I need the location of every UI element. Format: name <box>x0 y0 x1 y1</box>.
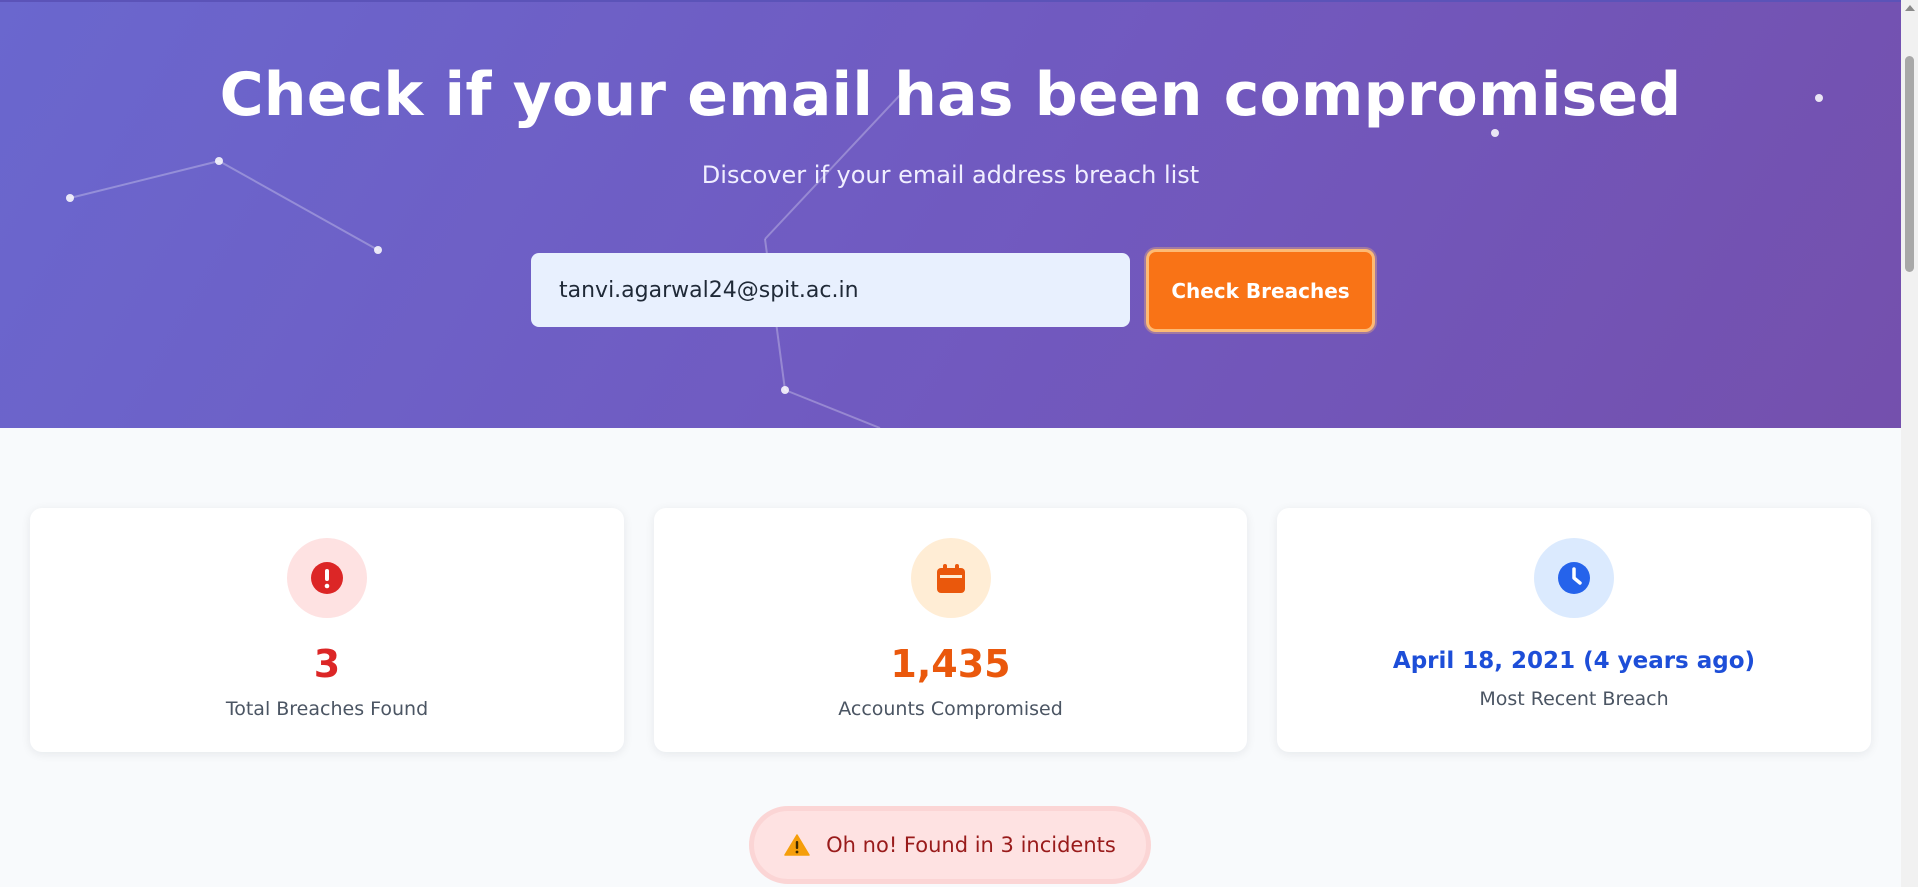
total-breaches-label: Total Breaches Found <box>225 698 429 720</box>
stat-card-most-recent-breach: April 18, 2021 (4 years ago) Most Recent… <box>1277 508 1871 752</box>
page-title: Check if your email has been compromised <box>219 60 1682 130</box>
most-recent-breach-value: April 18, 2021 (4 years ago) <box>1392 648 1756 674</box>
accounts-compromised-value: 1,435 <box>890 642 1011 686</box>
check-breaches-button[interactable]: Check Breaches <box>1146 249 1375 332</box>
calendar-icon <box>910 538 991 618</box>
page-viewport: Check if your email has been compromised… <box>0 0 1901 887</box>
scroll-thumb[interactable] <box>1905 56 1914 272</box>
most-recent-breach-label: Most Recent Breach <box>1479 688 1669 710</box>
stat-card-accounts-compromised: 1,435 Accounts Compromised <box>654 508 1247 752</box>
breach-alert-banner: Oh no! Found in 3 incidents <box>749 806 1151 884</box>
exclamation-circle-icon <box>287 538 367 618</box>
accounts-compromised-label: Accounts Compromised <box>838 698 1063 720</box>
clock-icon <box>1534 538 1614 618</box>
email-input[interactable] <box>531 253 1130 327</box>
stat-card-total-breaches: 3 Total Breaches Found <box>30 508 624 752</box>
page-scrollbar[interactable] <box>1901 0 1918 887</box>
alert-text: Oh no! Found in 3 incidents <box>826 833 1116 857</box>
page-subtitle: Discover if your email address breach li… <box>701 161 1200 189</box>
hero-section: Check if your email has been compromised… <box>0 0 1901 428</box>
warning-icon <box>784 834 810 856</box>
scroll-up-arrow-icon[interactable] <box>1905 5 1915 11</box>
total-breaches-value: 3 <box>313 642 341 686</box>
